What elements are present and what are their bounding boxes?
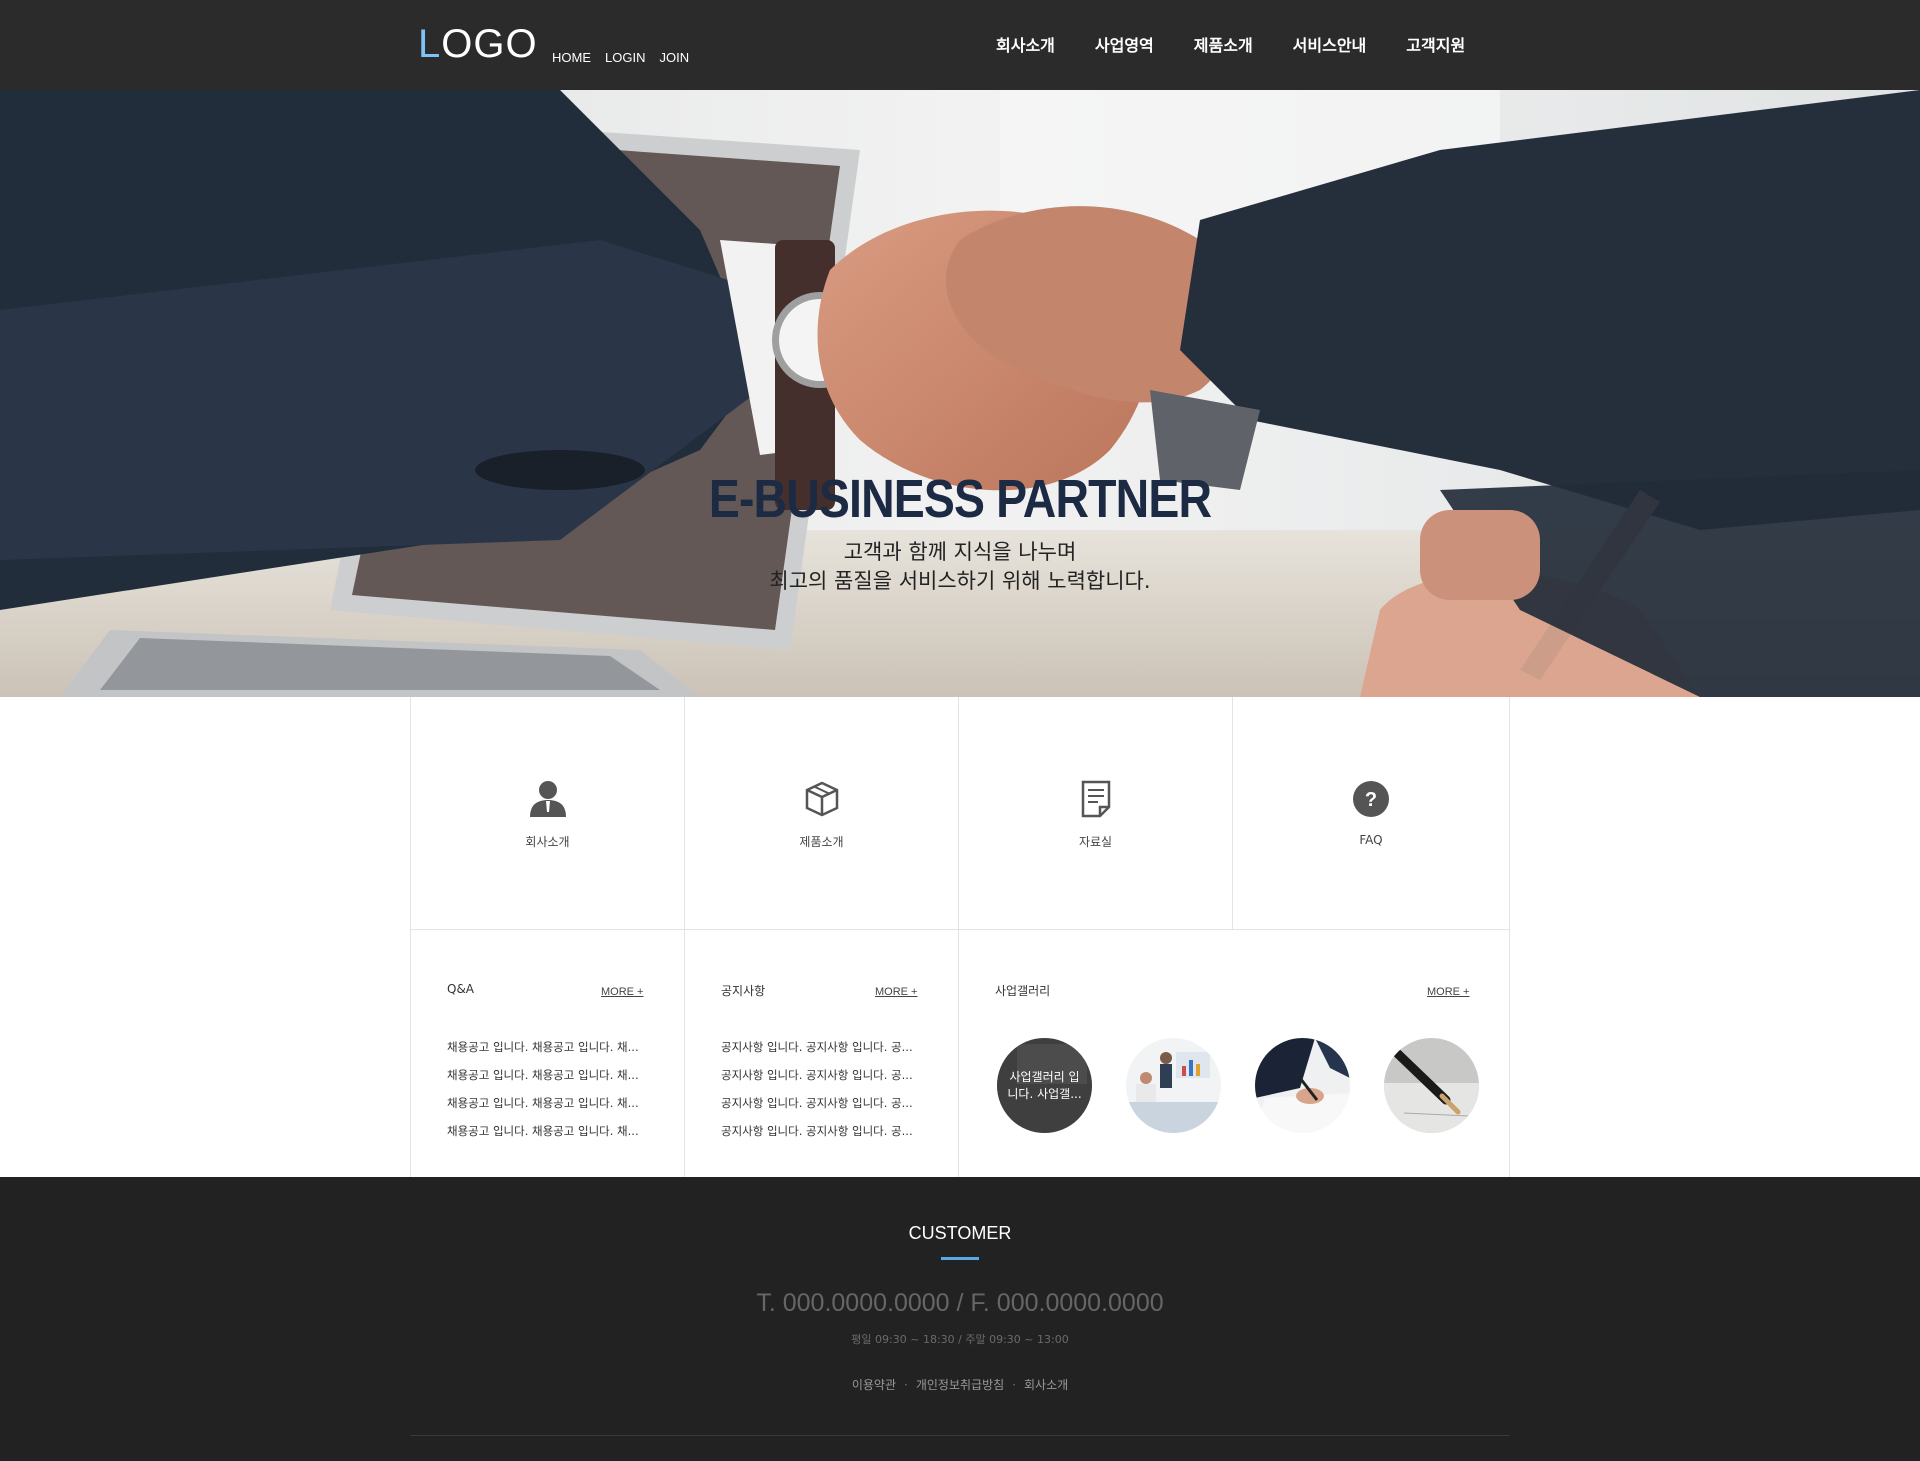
join-link[interactable]: JOIN — [659, 50, 689, 65]
document-icon — [1081, 780, 1110, 818]
nav-item-business[interactable]: 사업영역 — [1095, 32, 1154, 56]
hero-subtitle: 고객과 함께 지식을 나누며 최고의 품질을 서비스하기 위해 노력합니다. — [769, 540, 1151, 593]
signing-photo — [1255, 1038, 1350, 1133]
quick-item-faq[interactable]: ? FAQ — [1232, 697, 1510, 929]
nav-item-services[interactable]: 서비스안내 — [1293, 32, 1367, 56]
gallery-thumb-meeting[interactable] — [1126, 1038, 1221, 1133]
person-icon — [529, 781, 566, 817]
qna-board: Q&A MORE + 채용공고 입니다. 채용공고 입니다. 채... 채용공고… — [410, 930, 684, 1177]
qna-more-link[interactable]: MORE + — [601, 986, 643, 998]
quick-item-archive[interactable]: 자료실 — [958, 697, 1232, 929]
footer-hours: 평일 09:30 ~ 18:30 / 주말 09:30 ~ 13:00 — [851, 1333, 1069, 1346]
logo[interactable]: LOGO — [418, 22, 538, 67]
home-link[interactable]: HOME — [552, 50, 591, 65]
quick-item-company[interactable]: 회사소개 — [410, 697, 684, 929]
notice-board: 공지사항 MORE + 공지사항 입니다. 공지사항 입니다. 공... 공지사… — [684, 930, 958, 1177]
gallery-more-link[interactable]: MORE + — [1427, 986, 1469, 998]
board-title: 사업갤러리 — [995, 984, 1051, 998]
terms-link[interactable]: 이용약관 — [852, 1378, 896, 1392]
hero-banner: E-BUSINESS PARTNER 고객과 함께 지식을 나누며 최고의 품질… — [0, 90, 1920, 697]
board-title: 공지사항 — [721, 984, 766, 998]
main-nav: 회사소개 사업영역 제품소개 서비스안내 고객지원 — [996, 32, 1465, 56]
list-item[interactable]: 공지사항 입니다. 공지사항 입니다. 공... — [721, 1039, 913, 1067]
gallery-thumbnails: 사업갤러리 입니다. 사업갤... — [997, 1038, 1479, 1133]
gallery-thumb-signing[interactable] — [1255, 1038, 1350, 1133]
qna-list: 채용공고 입니다. 채용공고 입니다. 채... 채용공고 입니다. 채용공고 … — [447, 1039, 639, 1151]
gallery-thumb-pen[interactable] — [1384, 1038, 1479, 1133]
gallery-board: 사업갤러리 MORE + 사업갤러리 입니다. 사업갤... — [958, 930, 1510, 1177]
meeting-photo — [1126, 1038, 1221, 1133]
nav-item-support[interactable]: 고객지원 — [1406, 32, 1465, 56]
notice-more-link[interactable]: MORE + — [875, 986, 917, 998]
content-grid: 회사소개 제품소개 자료실 ? FAQ Q&A MORE + 채용공고 입니다.… — [410, 697, 1510, 1177]
pen-photo — [1384, 1038, 1479, 1133]
list-item[interactable]: 채용공고 입니다. 채용공고 입니다. 채... — [447, 1067, 639, 1095]
site-footer: CUSTOMER T. 000.0000.0000 / F. 000.0000.… — [0, 1177, 1920, 1461]
quick-item-products[interactable]: 제품소개 — [684, 697, 958, 929]
notice-list: 공지사항 입니다. 공지사항 입니다. 공... 공지사항 입니다. 공지사항 … — [721, 1039, 913, 1151]
list-item[interactable]: 공지사항 입니다. 공지사항 입니다. 공... — [721, 1067, 913, 1095]
footer-links: 이용약관 · 개인정보취급방침 · 회사소개 — [851, 1378, 1069, 1392]
login-link[interactable]: LOGIN — [605, 50, 645, 65]
list-item[interactable]: 채용공고 입니다. 채용공고 입니다. 채... — [447, 1095, 639, 1123]
board-section: Q&A MORE + 채용공고 입니다. 채용공고 입니다. 채... 채용공고… — [410, 930, 1510, 1177]
svg-text:?: ? — [1365, 789, 1377, 811]
hero-title: E-BUSINESS PARTNER — [708, 469, 1212, 529]
site-header: LOGO HOME LOGIN JOIN 회사소개 사업영역 제품소개 서비스안… — [0, 0, 1920, 90]
list-item[interactable]: 공지사항 입니다. 공지사항 입니다. 공... — [721, 1123, 913, 1151]
footer-title: CUSTOMER — [908, 1223, 1012, 1243]
list-item[interactable]: 공지사항 입니다. 공지사항 입니다. 공... — [721, 1095, 913, 1123]
footer-accent-bar — [941, 1257, 979, 1260]
utility-menu: HOME LOGIN JOIN — [552, 50, 689, 65]
list-item[interactable]: 채용공고 입니다. 채용공고 입니다. 채... — [447, 1039, 639, 1067]
nav-item-company[interactable]: 회사소개 — [996, 32, 1055, 56]
nav-item-products[interactable]: 제품소개 — [1194, 32, 1253, 56]
box-icon — [805, 781, 838, 817]
quick-menu: 회사소개 제품소개 자료실 ? FAQ — [410, 697, 1510, 930]
handshake-image — [0, 90, 1920, 697]
question-icon: ? — [1353, 781, 1389, 817]
gallery-caption: 사업갤러리 입니다. 사업갤... — [1007, 1069, 1082, 1101]
list-item[interactable]: 채용공고 입니다. 채용공고 입니다. 채... — [447, 1123, 639, 1151]
footer-divider — [410, 1435, 1510, 1436]
privacy-link[interactable]: 개인정보취급방침 — [916, 1378, 1004, 1392]
board-title: Q&A — [447, 982, 475, 996]
footer-phone-fax: T. 000.0000.0000 / F. 000.0000.0000 — [756, 1289, 1164, 1317]
company-link[interactable]: 회사소개 — [1024, 1378, 1068, 1392]
gallery-thumb-calendar[interactable]: 사업갤러리 입니다. 사업갤... — [997, 1038, 1092, 1133]
